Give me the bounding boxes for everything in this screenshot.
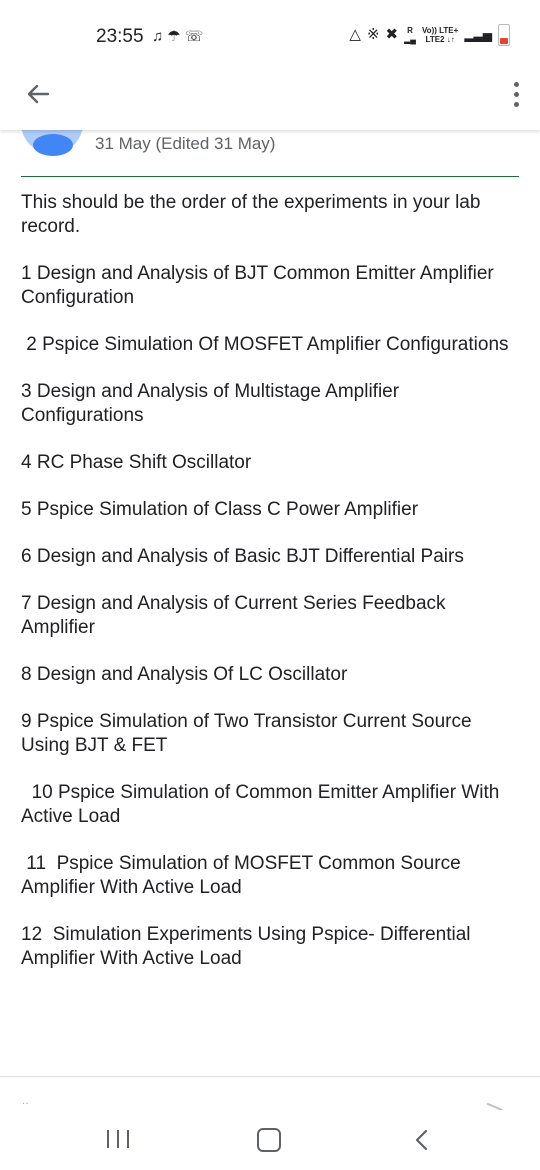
home-icon[interactable]: [257, 1128, 281, 1152]
status-right-icons: △ ※ ✖ R ▂▄ Vo)) LTE+ LTE2 ↓↑ ▂▃▅: [349, 24, 510, 46]
status-left-icons: ♫ ☂ ☏: [152, 26, 203, 48]
list-item: 12 Simulation Experiments Using Pspice- …: [21, 924, 475, 969]
send-icon[interactable]: [486, 1099, 504, 1111]
list-item: 6 Design and Analysis of Basic BJT Diffe…: [21, 546, 464, 567]
post-body: This should be the order of the experime…: [21, 191, 519, 994]
volte-icon: Vo)) LTE+ LTE2 ↓↑: [421, 26, 459, 44]
list-item: 10 Pspice Simulation of Common Emitter A…: [21, 782, 504, 827]
divider: [21, 176, 519, 177]
arrow-back-icon[interactable]: [22, 78, 54, 110]
mute-icon: ✖: [385, 26, 399, 43]
more-vert-icon[interactable]: [510, 78, 522, 110]
bluetooth-icon: ※: [366, 26, 380, 43]
list-item: 3 Design and Analysis of Multistage Ampl…: [21, 381, 405, 426]
list-item: 2 Pspice Simulation Of MOSFET Amplifier …: [21, 334, 509, 355]
status-time: 23:55: [96, 26, 144, 47]
data-saver-icon: △: [349, 26, 361, 43]
post-date: 31 May (Edited 31 May): [95, 134, 276, 153]
list-item: 1 Design and Analysis of BJT Common Emit…: [21, 263, 500, 308]
snapchat-icon: ☂: [167, 28, 181, 45]
recent-apps-icon[interactable]: [107, 1130, 129, 1150]
list-item: 11 Pspice Simulation of MOSFET Common So…: [21, 853, 465, 898]
list-item: 4 RC Phase Shift Oscillator: [21, 452, 252, 473]
list-item: 8 Design and Analysis Of LC Oscillator: [21, 664, 348, 685]
notification-icon: ♫: [152, 28, 164, 45]
signal-r-icon: R ▂▄: [404, 26, 416, 44]
comment-avatar-icon: ··: [22, 1098, 29, 1109]
signal-icon: ▂▃▅: [464, 28, 492, 42]
status-bar: 23:55 ♫ ☂ ☏ △ ※ ✖ R ▂▄ Vo)) LTE+ LTE2 ↓↑ ▂…: [0, 0, 540, 72]
whatsapp-icon: ☏: [184, 28, 204, 45]
battery-icon: [498, 24, 510, 46]
nav-back-icon[interactable]: [412, 1128, 432, 1152]
post-intro: This should be the order of the experime…: [21, 192, 486, 237]
list-item: 5 Pspice Simulation of Class C Power Amp…: [21, 499, 419, 520]
system-nav-bar: [0, 1110, 540, 1170]
list-item: 7 Design and Analysis of Current Series …: [21, 593, 450, 638]
list-item: 9 Pspice Simulation of Two Transistor Cu…: [21, 711, 477, 756]
app-bar: [0, 72, 540, 130]
